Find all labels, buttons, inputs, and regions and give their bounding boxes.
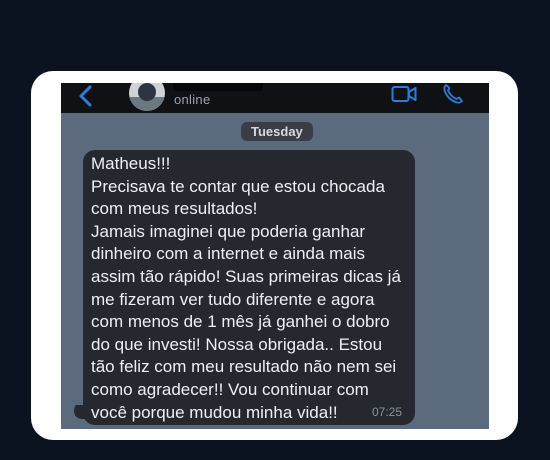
message-text: Matheus!!! Precisava te contar que estou…: [91, 154, 401, 422]
message-bubble[interactable]: Matheus!!! Precisava te contar que estou…: [83, 150, 415, 425]
date-separator: Tuesday: [241, 122, 313, 141]
contact-status: online: [174, 92, 211, 107]
avatar[interactable]: [129, 83, 165, 111]
message-timestamp: 07:25: [372, 405, 403, 419]
phone-call-icon[interactable]: [442, 83, 464, 105]
chat-screen: online Tuesday Matheus!!! Precisava te c…: [61, 83, 489, 429]
back-chevron-icon[interactable]: [77, 85, 95, 107]
chat-header: online: [61, 83, 489, 113]
contact-name-redacted[interactable]: [173, 83, 263, 91]
video-call-icon[interactable]: [391, 84, 417, 104]
